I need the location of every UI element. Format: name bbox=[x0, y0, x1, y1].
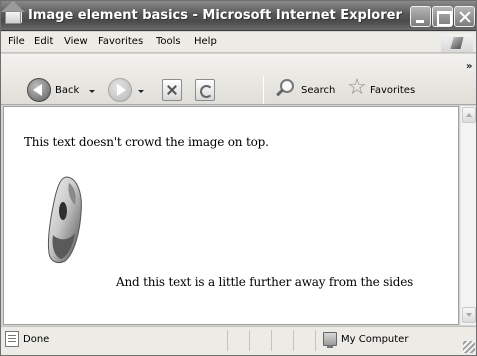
forward-dropdown-icon[interactable] bbox=[138, 90, 144, 93]
favorites-star-icon[interactable]: ☆ bbox=[346, 77, 368, 99]
window-title: Image element basics - Microsoft Interne… bbox=[28, 8, 402, 23]
stop-icon[interactable] bbox=[162, 79, 182, 101]
page-done-icon bbox=[5, 331, 19, 347]
title-bar[interactable]: Image element basics - Microsoft Interne… bbox=[1, 1, 476, 31]
scroll-up-button[interactable] bbox=[462, 107, 476, 123]
back-button-label[interactable]: Back bbox=[55, 85, 79, 96]
status-text: Done bbox=[23, 334, 50, 345]
close-button[interactable] bbox=[454, 6, 475, 27]
forward-arrow-icon[interactable] bbox=[108, 78, 132, 102]
status-cell-divider bbox=[315, 330, 316, 351]
menu-tools[interactable]: Tools bbox=[156, 36, 181, 47]
page-content: This text doesn't crowd the image on top… bbox=[3, 106, 459, 325]
menu-favorites[interactable]: Favorites bbox=[98, 36, 143, 47]
status-cell-divider bbox=[227, 330, 228, 351]
menu-file[interactable]: File bbox=[8, 36, 25, 47]
menu-edit[interactable]: Edit bbox=[34, 36, 53, 47]
scroll-down-button[interactable] bbox=[462, 307, 476, 323]
toolbar-overflow-chevron[interactable]: » bbox=[466, 61, 472, 72]
status-cell-divider bbox=[293, 330, 294, 351]
computer-icon bbox=[323, 332, 337, 348]
minimize-button[interactable] bbox=[410, 6, 431, 27]
mouse-image bbox=[48, 176, 82, 264]
security-zone-label: My Computer bbox=[341, 334, 409, 345]
search-button-label[interactable]: Search bbox=[301, 85, 335, 96]
toolbar-separator bbox=[263, 76, 264, 104]
refresh-icon[interactable] bbox=[195, 79, 215, 101]
browser-window: Image element basics - Microsoft Interne… bbox=[0, 0, 477, 356]
back-arrow-icon[interactable] bbox=[27, 78, 51, 102]
vertical-scrollbar[interactable] bbox=[460, 106, 476, 325]
page-text-top: This text doesn't crowd the image on top… bbox=[24, 135, 269, 149]
maximize-button[interactable] bbox=[432, 6, 453, 27]
page-text-bottom: And this text is a little further away f… bbox=[116, 275, 414, 289]
favorites-button-label[interactable]: Favorites bbox=[370, 85, 415, 96]
status-cell-divider bbox=[271, 330, 272, 351]
status-cell-divider bbox=[249, 330, 250, 351]
resize-grip[interactable] bbox=[463, 341, 475, 353]
search-icon[interactable] bbox=[275, 78, 297, 100]
back-dropdown-icon[interactable] bbox=[89, 90, 95, 93]
menu-view[interactable]: View bbox=[64, 36, 88, 47]
menu-help[interactable]: Help bbox=[194, 36, 217, 47]
windows-logo-throbber bbox=[441, 34, 473, 52]
standard-toolbar bbox=[1, 54, 476, 105]
